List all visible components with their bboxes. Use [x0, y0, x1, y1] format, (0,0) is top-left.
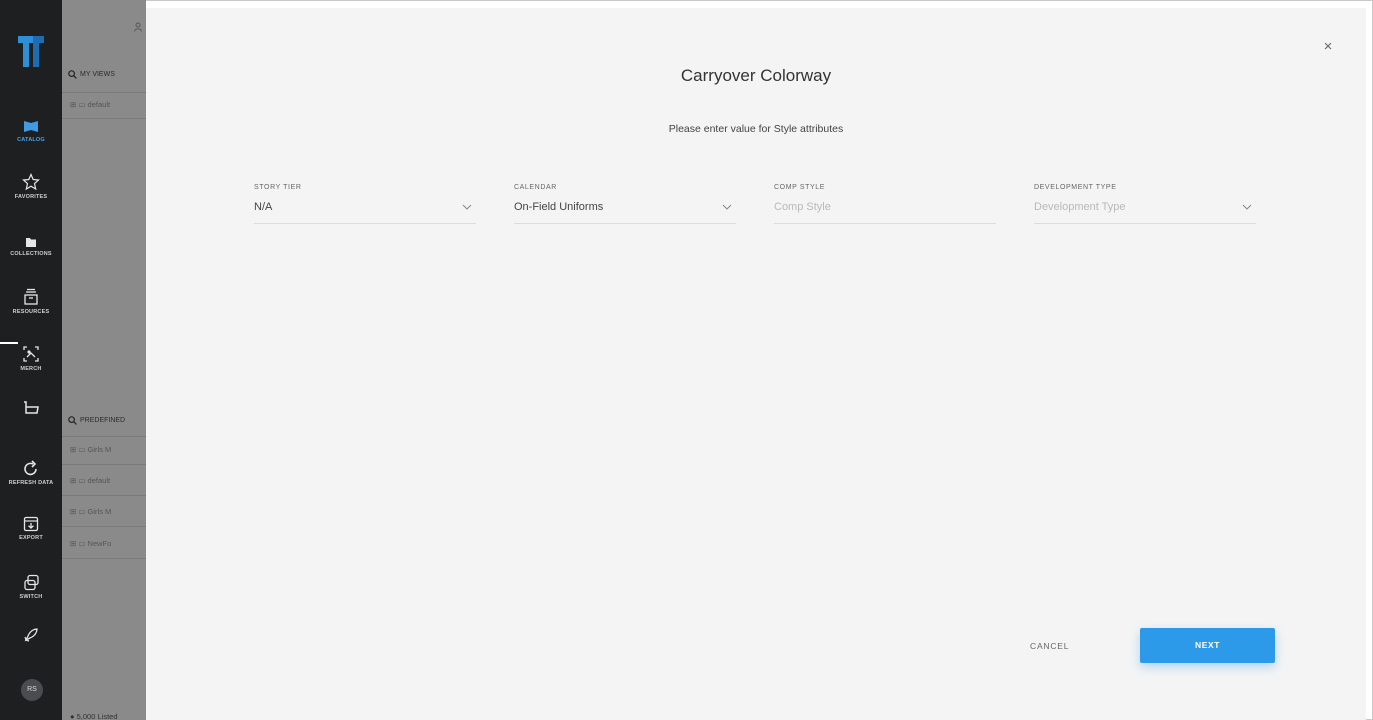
list-item: ⊞ ▭ Girls M — [70, 507, 112, 516]
comp-style-input[interactable]: COMP STYLE Comp Style — [774, 184, 996, 224]
refresh-icon — [24, 460, 37, 476]
catalog-icon — [24, 121, 38, 132]
dialog-subtitle: Please enter value for Style attributes — [668, 123, 844, 135]
footer-count: ● 5,000 Listed — [70, 712, 118, 720]
cancel-button[interactable]: CANCEL — [1030, 641, 1069, 651]
avatar[interactable]: RS — [21, 679, 43, 701]
next-button[interactable]: NEXT — [1140, 628, 1275, 663]
close-icon[interactable]: × — [1320, 39, 1336, 55]
nav-label: CATALOG — [17, 137, 45, 143]
calendar-select[interactable]: CALENDAR On-Field Uniforms — [514, 184, 736, 224]
list-item: ⊞ ▭ NewFo — [70, 539, 112, 548]
list-item-label: Girls M — [87, 445, 112, 454]
nav-label: SWITCH — [19, 594, 43, 600]
predefined-label: PREDEFINED — [80, 417, 126, 424]
list-item-label: default — [87, 100, 111, 109]
field-label: STORY TIER — [254, 184, 302, 191]
footer-count-label: 5,000 Listed — [76, 712, 118, 720]
development-type-select[interactable]: DEVELOPMENT TYPE Development Type — [1034, 184, 1256, 224]
field-label: COMP STYLE — [774, 184, 825, 191]
chevron-down-icon[interactable] — [1242, 203, 1252, 211]
nav-basket[interactable] — [0, 401, 62, 415]
nav-refresh-data[interactable]: REFRESH DATA — [0, 460, 62, 486]
export-icon — [23, 516, 39, 532]
list-item-label: default — [87, 476, 111, 485]
my-views-label: MY VIEWS — [80, 71, 115, 78]
list-item: ⊞ ▭ default — [70, 476, 111, 485]
list-item-label: NewFo — [87, 539, 112, 548]
star-icon — [22, 173, 40, 191]
nav-rail: CATALOG FAVORITES COLLECTIONS RESOURCES … — [0, 0, 62, 720]
nav-label: FAVORITES — [14, 194, 48, 200]
field-placeholder: Comp Style — [774, 201, 831, 213]
chevron-down-icon[interactable] — [462, 203, 472, 211]
nav-merch[interactable]: MERCH — [0, 345, 62, 372]
dialog-title: Carryover Colorway — [680, 66, 832, 85]
divider — [62, 118, 146, 119]
drag-handle[interactable] — [0, 342, 18, 344]
nav-label: EXPORT — [19, 535, 43, 541]
nav-label: MERCH — [20, 366, 42, 372]
list-item-label: Girls M — [87, 507, 112, 516]
field-label: CALENDAR — [514, 184, 557, 191]
carryover-colorway-dialog: × Carryover Colorway Please enter value … — [146, 8, 1366, 720]
divider — [62, 495, 146, 496]
app-logo-icon — [18, 36, 44, 67]
folder-icon — [26, 238, 36, 247]
divider — [62, 526, 146, 527]
divider — [62, 92, 146, 93]
field-value: N/A — [254, 201, 273, 213]
nav-label: REFRESH DATA — [8, 480, 54, 486]
rocket-icon — [24, 628, 38, 642]
nav-catalog[interactable]: CATALOG — [0, 118, 62, 143]
basket-icon — [24, 401, 39, 414]
nav-switch[interactable]: SWITCH — [0, 574, 62, 600]
divider — [62, 436, 146, 437]
chevron-down-icon[interactable] — [722, 203, 732, 211]
field-value: On-Field Uniforms — [514, 201, 604, 213]
field-placeholder: Development Type — [1034, 201, 1126, 213]
nav-rocket[interactable] — [0, 627, 62, 643]
story-tier-select[interactable]: STORY TIER N/A — [254, 184, 476, 224]
divider — [62, 464, 146, 465]
nav-resources[interactable]: RESOURCES — [0, 288, 62, 315]
divider — [62, 558, 146, 559]
field-label: DEVELOPMENT TYPE — [1034, 184, 1117, 191]
nav-label: COLLECTIONS — [10, 251, 52, 257]
nav-export[interactable]: EXPORT — [0, 516, 62, 541]
nav-favorites[interactable]: FAVORITES — [0, 173, 62, 200]
list-item: ⊞ ▭ default — [70, 100, 111, 109]
user-icon — [134, 22, 142, 32]
resources-icon — [24, 288, 38, 305]
merch-icon — [23, 346, 39, 362]
nav-label: RESOURCES — [12, 309, 50, 315]
switch-icon — [23, 574, 39, 591]
nav-collections[interactable]: COLLECTIONS — [0, 236, 62, 257]
search-icon — [68, 70, 77, 79]
background-catalog-panel: MY VIEWS ⊞ ▭ default PREDEFINED ⊞ ▭ Girl… — [62, 0, 146, 720]
search-icon — [68, 416, 77, 425]
list-item: ⊞ ▭ Girls M — [70, 445, 112, 454]
